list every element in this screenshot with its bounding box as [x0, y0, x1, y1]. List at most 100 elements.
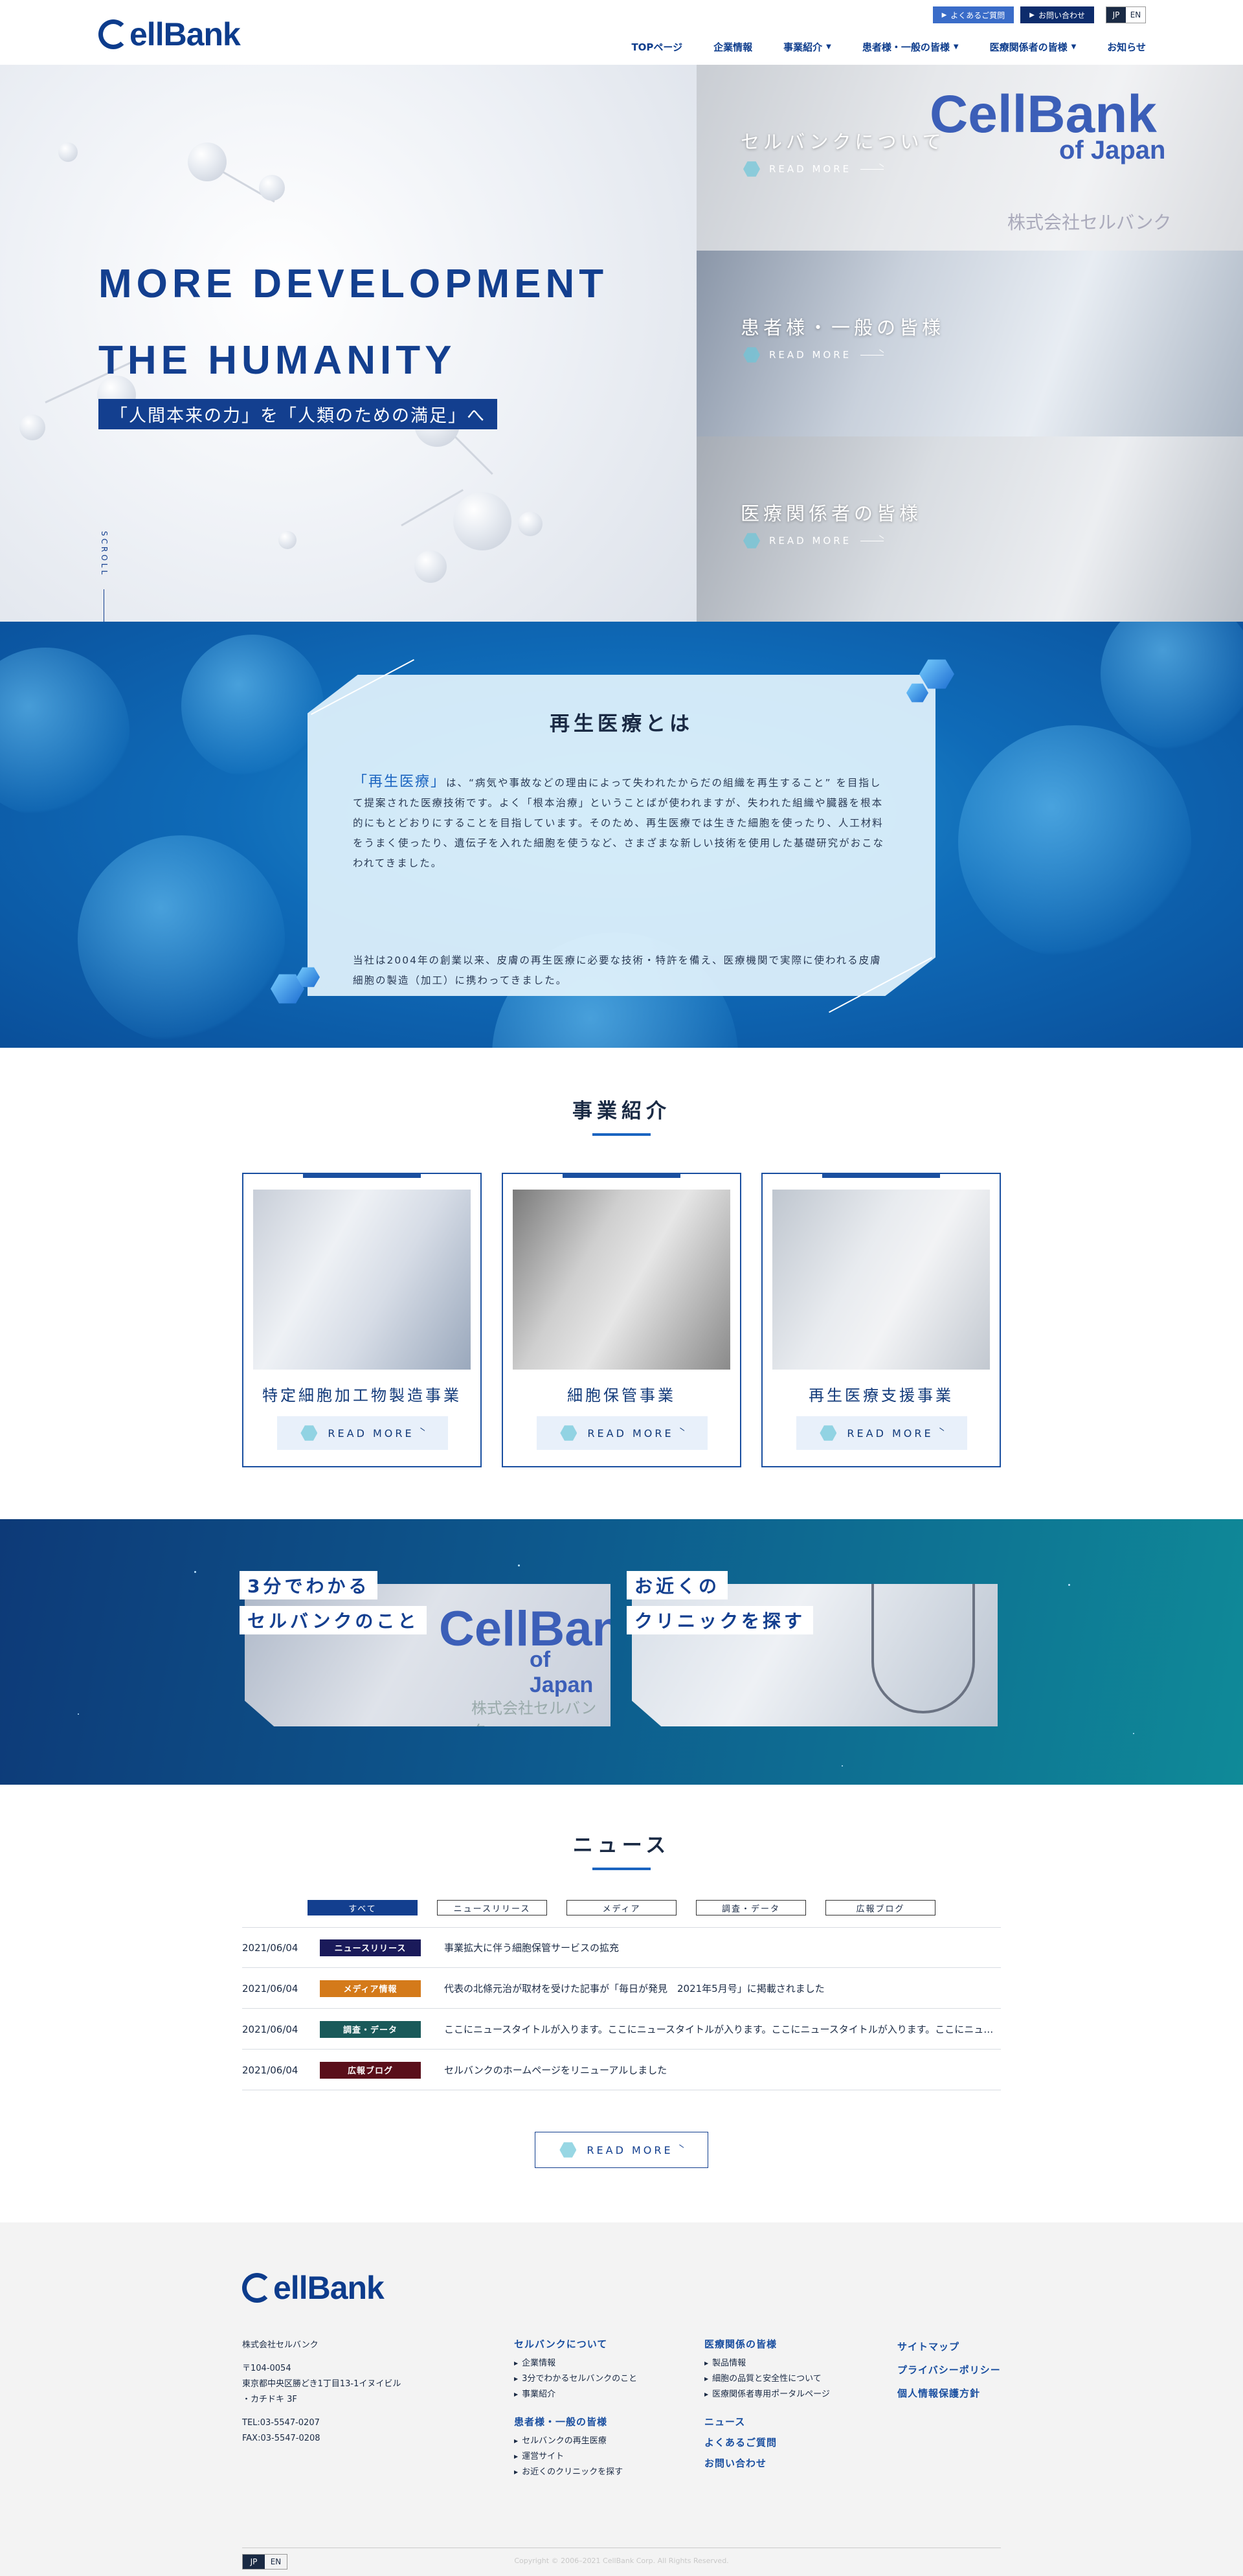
bubble-decoration	[78, 835, 285, 1043]
card-read-more-button[interactable]: READ MORE	[796, 1416, 967, 1450]
title-underline	[592, 1868, 651, 1870]
news-title-text: セルバンクのホームページをリニューアルしました	[444, 2064, 667, 2076]
panel-patients[interactable]: 患者様・一般の皆様 READ MORE	[697, 251, 1243, 436]
nav-company[interactable]: 企業情報	[713, 40, 752, 54]
nav-medical[interactable]: 医療関係者の皆様 ▼	[990, 40, 1077, 54]
tab-news-release[interactable]: ニュースリリース	[437, 1900, 547, 1915]
footer-link[interactable]: 運営サイト	[514, 2449, 637, 2465]
news-read-more-button[interactable]: READ MORE	[535, 2132, 708, 2168]
news-badge: メディア情報	[320, 1980, 421, 1997]
global-nav: TOPページ 企業情報 事業紹介 ▼ 患者様・一般の皆様 ▼ 医療関係者の皆様 ▼ お…	[631, 40, 1146, 54]
nav-patients[interactable]: 患者様・一般の皆様 ▼	[862, 40, 959, 54]
lang-jp[interactable]: JP	[1106, 7, 1126, 23]
footer-heading[interactable]: プライバシーポリシー	[897, 2362, 1001, 2378]
read-more-label: READ MORE	[587, 1427, 674, 1440]
footer-link[interactable]: お近くのクリニックを探す	[514, 2465, 637, 2480]
faq-label: よくあるご質問	[950, 10, 1005, 20]
nav-news[interactable]: お知らせ	[1107, 40, 1146, 54]
bubble-decoration	[181, 635, 324, 777]
fax: FAX:03-5547-0208	[242, 2434, 320, 2443]
tab-all[interactable]: すべて	[308, 1900, 418, 1915]
panel-read-more: READ MORE	[743, 532, 884, 549]
logo-text: ellBank	[273, 2270, 385, 2306]
hero-subtitle: 「人間本来の力」を「人類のための満足」へ	[98, 399, 497, 429]
phone: TEL:03-5547-0207	[242, 2418, 320, 2428]
news-section: ニュース すべて ニュースリリース メディア 調査・データ 広報ブログ 2021…	[0, 1785, 1243, 2222]
molecule-sphere	[259, 175, 285, 201]
footer-link[interactable]: 医療関係者専用ポータルページ	[704, 2387, 830, 2402]
tab-media[interactable]: メディア	[566, 1900, 677, 1915]
card-title: 特定細胞加工物製造事業	[262, 1386, 462, 1405]
particle-dot	[842, 1765, 843, 1767]
tab-blog[interactable]: 広報ブログ	[825, 1900, 935, 1915]
read-more-label: READ MORE	[769, 163, 852, 175]
news-date: 2021/06/04	[242, 2064, 298, 2076]
scroll-indicator[interactable]: SCROLL	[100, 531, 109, 577]
molecule-sphere	[453, 492, 511, 550]
footer-heading[interactable]: サイトマップ	[897, 2339, 1001, 2355]
news-filter-tabs: すべて ニュースリリース メディア 調査・データ 広報ブログ	[308, 1900, 935, 1915]
footer-heading[interactable]: セルバンクについて	[514, 2336, 637, 2352]
business-card-storage[interactable]: 細胞保管事業 READ MORE	[502, 1173, 741, 1467]
nav-business[interactable]: 事業紹介 ▼	[783, 40, 831, 54]
faq-button[interactable]: ▶ よくあるご質問	[932, 6, 1014, 23]
panel-background	[697, 251, 1243, 436]
footer-link[interactable]: 3分でわかるセルバンクのこと	[514, 2371, 637, 2387]
logo-text: ellBank	[129, 16, 241, 52]
nav-top[interactable]: TOPページ	[631, 40, 682, 54]
site-footer: ellBank 株式会社セルバンク 〒104-0054 東京都中央区勝どき1丁目…	[0, 2222, 1243, 2576]
promo-find-clinic[interactable]	[632, 1584, 998, 1726]
card-photo-cleanroom	[253, 1190, 471, 1370]
hero-headline: MORE DEVELOPMENT THE HUMANITY	[98, 246, 608, 399]
footer-company-info: 株式会社セルバンク 〒104-0054 東京都中央区勝どき1丁目13-1イヌイビ…	[242, 2338, 401, 2446]
read-more-label: READ MORE	[587, 2143, 673, 2156]
bubble-decoration	[0, 648, 129, 816]
news-badge: 広報ブログ	[320, 2061, 421, 2079]
panel-title: 患者様・一般の皆様	[741, 317, 945, 339]
card-read-more-button[interactable]: READ MORE	[537, 1416, 708, 1450]
news-title-text: ここにニュースタイトルが入ります。ここにニュースタイトルが入ります。ここにニュー…	[444, 2024, 1001, 2035]
particle-dot	[78, 1713, 79, 1715]
promo-label-line: 3分でわかる	[240, 1571, 378, 1599]
panel-background	[697, 436, 1243, 622]
panel-medical[interactable]: 医療関係者の皆様 READ MORE	[697, 436, 1243, 622]
lang-en[interactable]: EN	[1126, 7, 1145, 23]
footer-link[interactable]: 製品情報	[704, 2356, 830, 2371]
footer-link[interactable]: 細胞の品質と安全性について	[704, 2371, 830, 2387]
news-item[interactable]: 2021/06/04 メディア情報 代表の北條元治が取材を受けた記事が「毎日が発…	[242, 1969, 1001, 2009]
card-read-more-button[interactable]: READ MORE	[277, 1416, 448, 1450]
logo-mark	[98, 19, 128, 49]
footer-heading[interactable]: 個人情報保護方針	[897, 2386, 1001, 2401]
footer-heading[interactable]: お問い合わせ	[704, 2456, 830, 2471]
footer-logo[interactable]: ellBank	[242, 2269, 385, 2307]
hexagon-icon	[743, 533, 760, 548]
footer-heading[interactable]: 患者様・一般の皆様	[514, 2414, 637, 2430]
footer-heading[interactable]: ニュース	[704, 2414, 830, 2430]
footer-heading[interactable]: 医療関係の皆様	[704, 2336, 830, 2352]
copyright: Copyright © 2006–2021 CellBank Corp. All…	[514, 2557, 729, 2565]
tab-research[interactable]: 調査・データ	[696, 1900, 806, 1915]
card-title: 細胞保管事業	[567, 1386, 676, 1405]
panel-logo-text: CellBank	[930, 85, 1157, 144]
business-card-manufacturing[interactable]: 特定細胞加工物製造事業 READ MORE	[242, 1173, 482, 1467]
news-item[interactable]: 2021/06/04 ニュースリリース 事業拡大に伴う細胞保管サービスの拡充	[242, 1928, 1001, 1968]
news-title-text: 事業拡大に伴う細胞保管サービスの拡充	[444, 1942, 620, 1954]
footer-link[interactable]: 事業紹介	[514, 2387, 637, 2402]
business-card-support[interactable]: 再生医療支援事業 READ MORE	[761, 1173, 1001, 1467]
nav-label: 患者様・一般の皆様	[862, 41, 950, 53]
contact-button[interactable]: ▶ お問い合わせ	[1020, 6, 1094, 23]
footer-link[interactable]: 企業情報	[514, 2356, 637, 2371]
promo-logo-jp: 株式会社セルバンク	[471, 1700, 597, 1740]
hero-headline-line: MORE DEVELOPMENT	[98, 262, 609, 306]
promo-about-cellbank[interactable]: CellBank of Japan 株式会社セルバンク	[245, 1584, 610, 1726]
news-item[interactable]: 2021/06/04 広報ブログ セルバンクのホームページをリニューアルしました	[242, 2050, 1001, 2090]
footer-link[interactable]: セルバンクの再生医療	[514, 2434, 637, 2449]
particle-dot	[1068, 1584, 1070, 1586]
footer-heading[interactable]: よくあるご質問	[704, 2435, 830, 2450]
news-item[interactable]: 2021/06/04 調査・データ ここにニュースタイトルが入ります。ここにニュ…	[242, 2009, 1001, 2050]
panel-about[interactable]: CellBank of Japan 株式会社セルバンク セルバンクについて RE…	[697, 65, 1243, 251]
site-logo[interactable]: ellBank	[98, 16, 241, 53]
particle-dot	[1133, 1733, 1134, 1734]
regen-title: 再生医療とは	[550, 712, 693, 736]
